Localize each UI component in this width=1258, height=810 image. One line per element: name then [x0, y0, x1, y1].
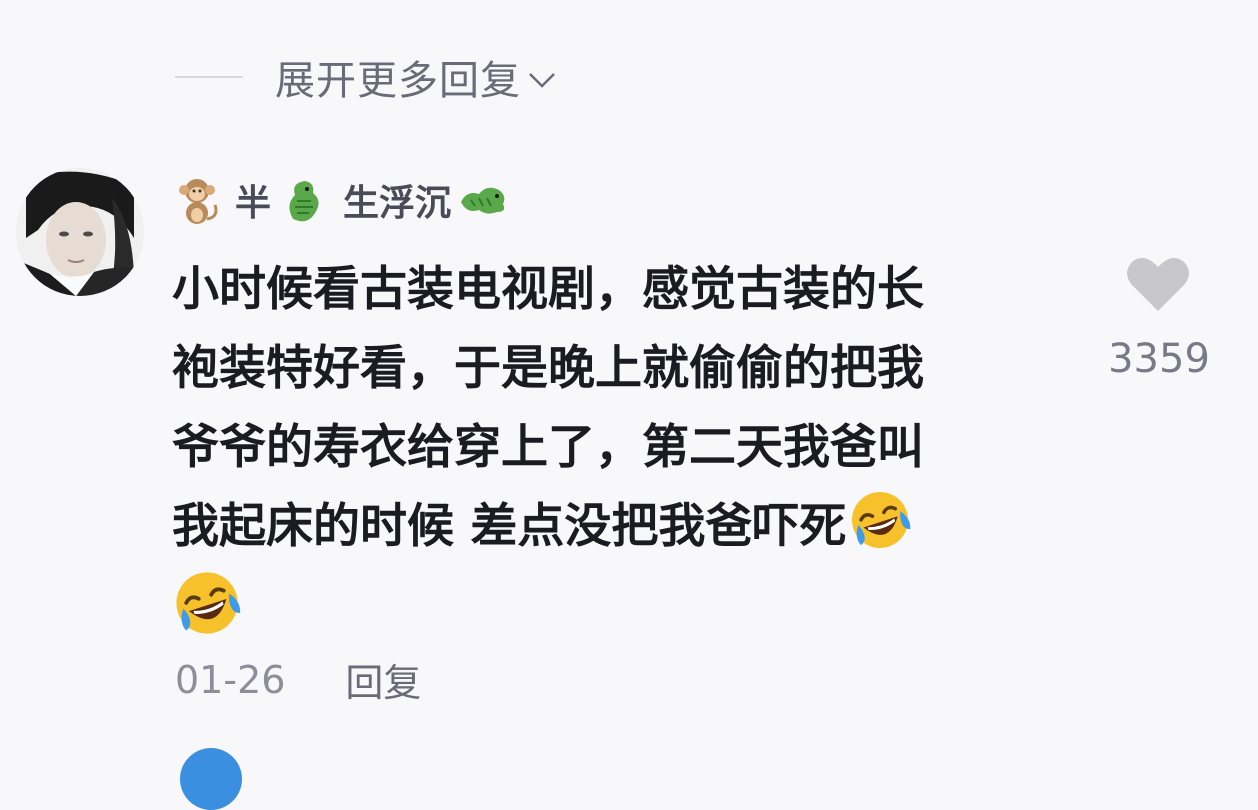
laughing-crying-emoji-icon [176, 572, 241, 634]
username-part-2: 生浮沉 [343, 183, 452, 224]
comment-line: 袍装特好看，于是晚上就偷偷的把我 [172, 341, 924, 396]
reply-button[interactable]: 回复 [345, 652, 421, 707]
avatar-photo [16, 168, 144, 296]
dragon-emoji-icon [461, 187, 505, 214]
comment-line: 爷爷的寿衣给穿上了，第二天我爸叫 [172, 420, 924, 475]
comment-meta: 01-26 回复 [175, 652, 421, 707]
comment-line: 我起床的时候 差点没把我爸吓死 [172, 499, 847, 554]
laughing-crying-emoji-icon [852, 492, 911, 548]
chevron-down-icon[interactable] [527, 70, 557, 90]
comment-username[interactable]: 半 生浮沉 [175, 172, 509, 228]
expand-more-replies[interactable]: 展开更多回复 [175, 48, 557, 106]
like-count: 3359 [1108, 336, 1210, 382]
username-part-1: 半 [235, 183, 272, 224]
comment-line-with-emoji: 我起床的时候 差点没把我爸吓死 [172, 487, 1052, 566]
next-comment-avatar[interactable] [180, 748, 242, 810]
comment-date: 01-26 [175, 657, 286, 702]
avatar[interactable] [16, 168, 144, 296]
heart-icon[interactable] [1126, 255, 1190, 313]
comment-text: 小时候看古装电视剧，感觉古装的长 袍装特好看，于是晚上就偷偷的把我 爷爷的寿衣给… [172, 250, 1052, 638]
dragon-emoji-icon [289, 181, 319, 222]
divider-line [175, 76, 243, 78]
monkey-emoji-icon [179, 179, 218, 224]
expand-replies-label[interactable]: 展开更多回复 [275, 48, 521, 106]
comment-line: 小时候看古装电视剧，感觉古装的长 [172, 262, 924, 317]
